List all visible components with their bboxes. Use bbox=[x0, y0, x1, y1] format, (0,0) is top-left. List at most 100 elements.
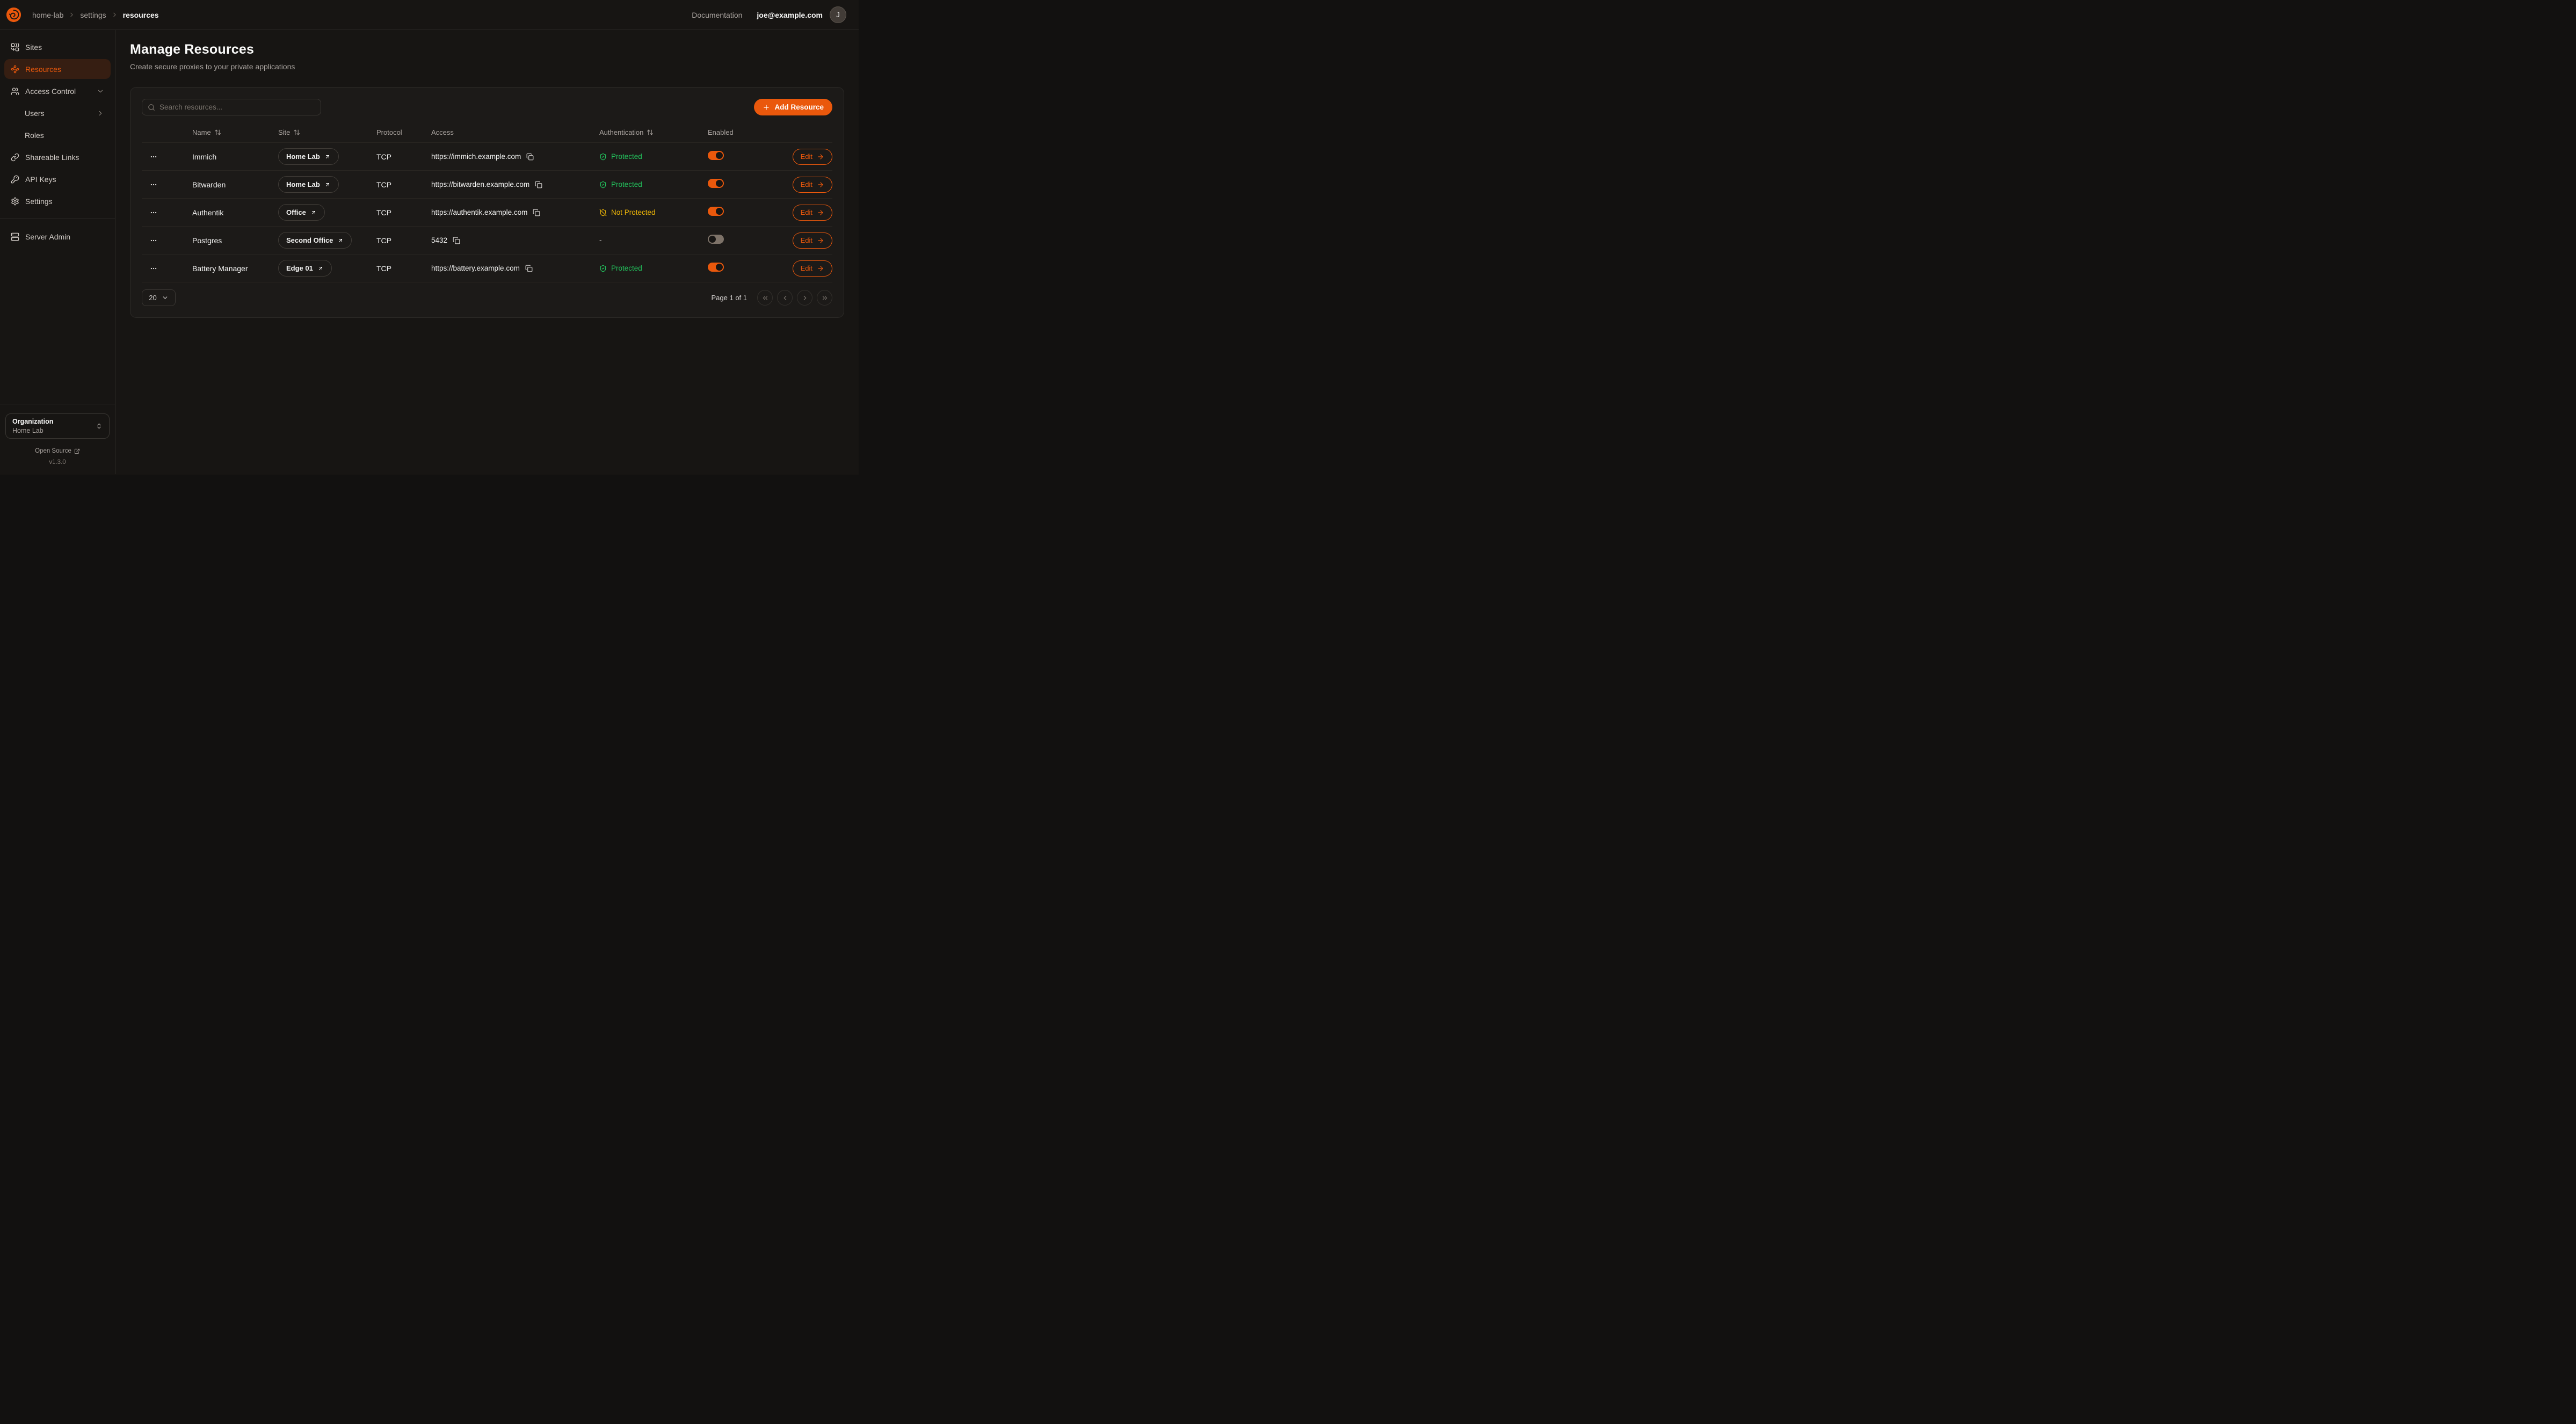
site-name: Edge 01 bbox=[286, 264, 313, 272]
sidebar-item-label: Access Control bbox=[25, 87, 76, 96]
edit-button[interactable]: Edit bbox=[793, 177, 832, 193]
enabled-toggle[interactable] bbox=[708, 263, 724, 272]
sidebar-item-shareable-links[interactable]: Shareable Links bbox=[4, 147, 111, 167]
organization-selector[interactable]: Organization Home Lab bbox=[5, 413, 110, 439]
enabled-toggle[interactable] bbox=[708, 151, 724, 160]
copy-icon[interactable] bbox=[453, 237, 460, 244]
page-subtitle: Create secure proxies to your private ap… bbox=[130, 62, 844, 71]
protocol: TCP bbox=[376, 264, 431, 273]
copy-icon[interactable] bbox=[525, 265, 533, 272]
access-port: 5432 bbox=[431, 236, 447, 244]
arrow-right-icon bbox=[817, 237, 824, 244]
arrow-right-icon bbox=[817, 181, 824, 188]
page-size-select[interactable]: 20 bbox=[142, 289, 176, 306]
copy-icon[interactable] bbox=[535, 181, 542, 188]
arrow-right-icon bbox=[817, 153, 824, 161]
sidebar-item-roles[interactable]: Roles bbox=[4, 125, 111, 145]
column-header-site[interactable]: Site bbox=[278, 128, 376, 136]
protocol: TCP bbox=[376, 208, 431, 217]
column-header-name[interactable]: Name bbox=[192, 128, 278, 136]
gear-icon bbox=[11, 197, 19, 206]
chevron-right-icon bbox=[801, 294, 809, 302]
previous-page-button[interactable] bbox=[777, 290, 793, 306]
sidebar-item-api-keys[interactable]: API Keys bbox=[4, 169, 111, 189]
column-label: Site bbox=[278, 128, 290, 136]
avatar[interactable]: J bbox=[830, 6, 846, 23]
enabled-toggle[interactable] bbox=[708, 207, 724, 216]
breadcrumb-current-page: resources bbox=[123, 11, 159, 19]
protocol: TCP bbox=[376, 180, 431, 189]
external-link-icon bbox=[74, 448, 80, 454]
column-header-authentication[interactable]: Authentication bbox=[599, 128, 708, 136]
row-menu-button[interactable] bbox=[149, 152, 161, 162]
site-badge[interactable]: Office bbox=[278, 204, 325, 221]
auth-status: Protected bbox=[599, 152, 708, 161]
organization-value: Home Lab bbox=[12, 427, 53, 434]
edit-button[interactable]: Edit bbox=[793, 149, 832, 165]
sidebar-item-server-admin[interactable]: Server Admin bbox=[4, 227, 111, 246]
breadcrumb-org[interactable]: home-lab bbox=[32, 11, 63, 19]
row-menu-button[interactable] bbox=[149, 236, 161, 245]
row-menu-button[interactable] bbox=[149, 180, 161, 190]
first-page-button[interactable] bbox=[757, 290, 773, 306]
last-page-button[interactable] bbox=[817, 290, 832, 306]
column-header-access: Access bbox=[431, 128, 599, 136]
add-resource-button[interactable]: Add Resource bbox=[754, 99, 832, 115]
site-name: Home Lab bbox=[286, 152, 320, 161]
chevron-left-icon bbox=[781, 294, 789, 302]
column-header-enabled: Enabled bbox=[708, 128, 778, 136]
arrow-up-right-icon bbox=[317, 265, 324, 272]
sidebar-item-access-control[interactable]: Access Control bbox=[4, 81, 111, 101]
breadcrumb: home-lab settings resources bbox=[32, 11, 159, 19]
open-source-link[interactable]: Open Source bbox=[5, 448, 110, 454]
site-name: Home Lab bbox=[286, 180, 320, 188]
arrow-up-right-icon bbox=[324, 181, 331, 188]
site-badge[interactable]: Edge 01 bbox=[278, 260, 332, 277]
chevron-down-icon bbox=[162, 294, 169, 301]
users-icon bbox=[11, 87, 19, 96]
access-url: https://authentik.example.com bbox=[431, 208, 527, 216]
search-input[interactable] bbox=[159, 103, 315, 111]
search-box bbox=[142, 99, 321, 115]
column-label: Name bbox=[192, 128, 211, 136]
copy-icon[interactable] bbox=[533, 209, 540, 216]
arrow-right-icon bbox=[817, 265, 824, 272]
pangolin-logo-icon bbox=[5, 6, 32, 23]
column-label: Protocol bbox=[376, 128, 402, 136]
chevrons-up-down-icon bbox=[96, 423, 103, 430]
documentation-link[interactable]: Documentation bbox=[692, 11, 742, 19]
site-badge[interactable]: Home Lab bbox=[278, 176, 339, 193]
row-menu-button[interactable] bbox=[149, 208, 161, 217]
row-menu-button[interactable] bbox=[149, 264, 161, 273]
sidebar-item-users[interactable]: Users bbox=[4, 103, 111, 123]
breadcrumb-section[interactable]: settings bbox=[80, 11, 106, 19]
sidebar-item-settings[interactable]: Settings bbox=[4, 191, 111, 211]
column-label: Enabled bbox=[708, 128, 734, 136]
edit-button[interactable]: Edit bbox=[793, 260, 832, 277]
sidebar-item-sites[interactable]: Sites bbox=[4, 37, 111, 57]
auth-status: Not Protected bbox=[599, 208, 708, 216]
sidebar-item-resources[interactable]: Resources bbox=[4, 59, 111, 79]
access-url: https://bitwarden.example.com bbox=[431, 180, 529, 188]
table-row: Immich Home Lab TCP https://immich.examp… bbox=[142, 143, 832, 171]
edit-label: Edit bbox=[801, 180, 812, 188]
edit-button[interactable]: Edit bbox=[793, 233, 832, 249]
copy-icon[interactable] bbox=[526, 153, 534, 161]
combine-icon bbox=[11, 43, 19, 52]
resource-name: Immich bbox=[192, 152, 278, 161]
version-label: v1.3.0 bbox=[5, 459, 110, 466]
column-label: Authentication bbox=[599, 128, 643, 136]
enabled-toggle[interactable] bbox=[708, 179, 724, 188]
enabled-toggle[interactable] bbox=[708, 235, 724, 244]
site-badge[interactable]: Second Office bbox=[278, 232, 352, 249]
site-badge[interactable]: Home Lab bbox=[278, 148, 339, 165]
auth-label: Protected bbox=[611, 152, 642, 161]
chevrons-left-icon bbox=[761, 294, 769, 302]
sort-icon bbox=[293, 129, 300, 136]
column-label: Access bbox=[431, 128, 454, 136]
user-email: joe@example.com bbox=[757, 11, 823, 19]
edit-button[interactable]: Edit bbox=[793, 205, 832, 221]
key-icon bbox=[11, 175, 19, 184]
next-page-button[interactable] bbox=[797, 290, 812, 306]
sort-icon bbox=[647, 129, 654, 136]
